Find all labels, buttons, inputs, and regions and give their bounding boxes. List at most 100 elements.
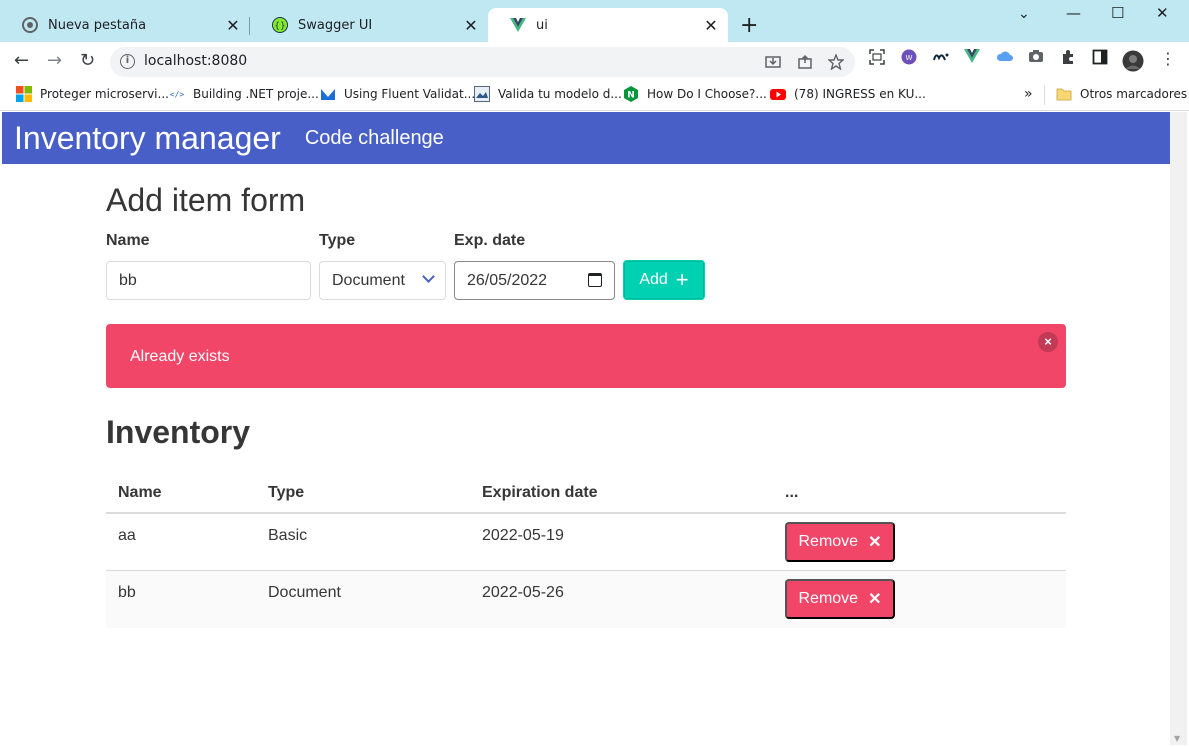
- install-icon[interactable]: [765, 54, 781, 74]
- page-scrollbar[interactable]: ▼: [1170, 112, 1187, 745]
- column-header-type: Type: [268, 484, 305, 501]
- tab-title: ui: [536, 17, 548, 33]
- bookmark-item[interactable]: (78) INGRESS en KU...: [770, 86, 926, 102]
- bookmark-item[interactable]: Valida tu modelo d...: [474, 86, 622, 102]
- camera-icon[interactable]: [1028, 49, 1044, 67]
- cell-type: Document: [268, 584, 341, 601]
- new-tab-button[interactable]: +: [740, 13, 758, 38]
- bookmark-item[interactable]: </> Building .NET proje...: [169, 86, 319, 102]
- tab-swagger-ui[interactable]: {} Swagger UI ✕: [250, 8, 488, 42]
- screenshot-icon[interactable]: [869, 49, 885, 69]
- bookmark-label: Building .NET proje...: [193, 87, 319, 101]
- bookmark-label: (78) INGRESS en KU...: [794, 87, 926, 101]
- bookmark-item[interactable]: Using Fluent Validat...: [320, 86, 475, 102]
- vue-icon: [510, 17, 526, 33]
- close-icon[interactable]: ✕: [462, 16, 480, 35]
- menu-kebab-icon[interactable]: ⋮: [1160, 49, 1176, 68]
- scroll-down-arrow-icon[interactable]: ▼: [1174, 734, 1180, 743]
- vue-devtools-icon[interactable]: [964, 49, 980, 67]
- bookmarks-divider: [1044, 85, 1045, 105]
- close-icon: ✕: [868, 534, 882, 551]
- info-icon[interactable]: i: [120, 54, 135, 69]
- image-bookmark-icon: [474, 86, 490, 102]
- microsoft-icon: [16, 86, 32, 102]
- avatar[interactable]: [1122, 50, 1144, 76]
- bookmark-item[interactable]: Proteger microservi...: [16, 86, 169, 102]
- add-button[interactable]: Add +: [623, 260, 705, 300]
- nav-link-code-challenge[interactable]: Code challenge: [305, 127, 444, 150]
- tab-title: Nueva pestaña: [48, 17, 147, 33]
- reload-button[interactable]: ↻: [80, 50, 95, 71]
- medium-icon: [320, 86, 336, 102]
- type-select[interactable]: Document: [319, 261, 446, 300]
- bookmarks-bar: Proteger microservi... </> Building .NET…: [0, 80, 1189, 111]
- extension-movistar-icon[interactable]: [932, 49, 950, 69]
- back-button[interactable]: ←: [14, 50, 29, 71]
- remove-button-label: Remove: [798, 590, 859, 607]
- other-bookmarks-folder[interactable]: Otros marcadores: [1056, 86, 1187, 102]
- date-input-value: 26/05/2022: [467, 271, 548, 289]
- column-header-expiration: Expiration date: [482, 484, 598, 501]
- add-button-label: Add: [639, 271, 668, 288]
- close-icon[interactable]: ✕: [224, 16, 242, 35]
- inventory-title: Inventory: [106, 414, 251, 450]
- cell-name: bb: [118, 584, 136, 601]
- bookmark-label: Valida tu modelo d...: [498, 87, 622, 101]
- folder-icon: [1056, 86, 1072, 102]
- remove-button[interactable]: Remove ✕: [785, 522, 895, 562]
- code-icon: </>: [169, 86, 185, 102]
- nginx-icon: N: [623, 86, 639, 102]
- remove-button[interactable]: Remove ✕: [785, 579, 895, 619]
- maximize-button[interactable]: ☐: [1111, 4, 1124, 22]
- cell-type: Basic: [268, 527, 308, 544]
- bookmark-item[interactable]: N How Do I Choose?...: [623, 86, 767, 102]
- error-notification: Already exists ×: [106, 324, 1066, 388]
- bookmarks-overflow-button[interactable]: »: [1024, 86, 1033, 102]
- close-window-button[interactable]: ✕: [1156, 4, 1169, 22]
- type-select-value: Document: [332, 271, 405, 289]
- forward-button[interactable]: →: [47, 50, 62, 71]
- minimize-button[interactable]: —: [1066, 4, 1081, 22]
- date-input[interactable]: 26/05/2022: [454, 261, 615, 300]
- remove-button-label: Remove: [798, 533, 859, 550]
- notification-text: Already exists: [130, 348, 230, 365]
- tab-nueva-pestana[interactable]: Nueva pestaña ✕: [0, 8, 250, 42]
- browser-tabstrip: Nueva pestaña ✕ {} Swagger UI ✕ ui ✕ + ⌄…: [0, 0, 1189, 42]
- sidepanel-icon[interactable]: [1092, 49, 1108, 69]
- brand-title[interactable]: Inventory manager: [14, 120, 281, 157]
- close-notification-icon[interactable]: ×: [1038, 332, 1058, 352]
- address-bar[interactable]: i localhost:8080: [110, 47, 855, 77]
- cloud-icon[interactable]: [996, 49, 1014, 67]
- browser-toolbar: ← → ↻ i localhost:8080 W ⋮: [0, 42, 1189, 80]
- cell-name: aa: [118, 527, 136, 544]
- calendar-icon[interactable]: [588, 273, 602, 287]
- bookmark-label: How Do I Choose?...: [647, 87, 767, 101]
- column-header-actions: ...: [785, 484, 799, 501]
- chevron-down-icon: [422, 270, 435, 283]
- table-row: aa Basic 2022-05-19 Remove ✕: [106, 514, 1066, 571]
- svg-text:N: N: [627, 91, 635, 101]
- extension-wa-icon[interactable]: W: [901, 49, 917, 69]
- tab-ui[interactable]: ui ✕: [488, 8, 728, 42]
- chrome-icon: [22, 17, 38, 33]
- close-icon: ✕: [868, 591, 882, 608]
- cell-date: 2022-05-26: [482, 584, 564, 601]
- plus-icon: +: [675, 267, 689, 292]
- puzzle-icon[interactable]: [1060, 49, 1076, 69]
- svg-text:</>: </>: [170, 90, 185, 99]
- name-label: Name: [106, 232, 150, 249]
- youtube-icon: [770, 86, 786, 102]
- form-title: Add item form: [106, 182, 306, 218]
- url-text[interactable]: localhost:8080: [144, 53, 247, 69]
- bookmark-label: Proteger microservi...: [40, 87, 169, 101]
- name-input-value: bb: [119, 271, 137, 289]
- tab-search-icon[interactable]: ⌄: [1018, 6, 1030, 22]
- share-icon[interactable]: [797, 54, 813, 74]
- name-input[interactable]: bb: [106, 261, 311, 300]
- svg-text:W: W: [906, 54, 913, 62]
- bookmark-label: Using Fluent Validat...: [344, 87, 476, 101]
- bookmark-label: Otros marcadores: [1080, 87, 1188, 101]
- close-icon[interactable]: ✕: [702, 16, 720, 35]
- star-icon[interactable]: [827, 53, 845, 74]
- date-label: Exp. date: [454, 232, 526, 249]
